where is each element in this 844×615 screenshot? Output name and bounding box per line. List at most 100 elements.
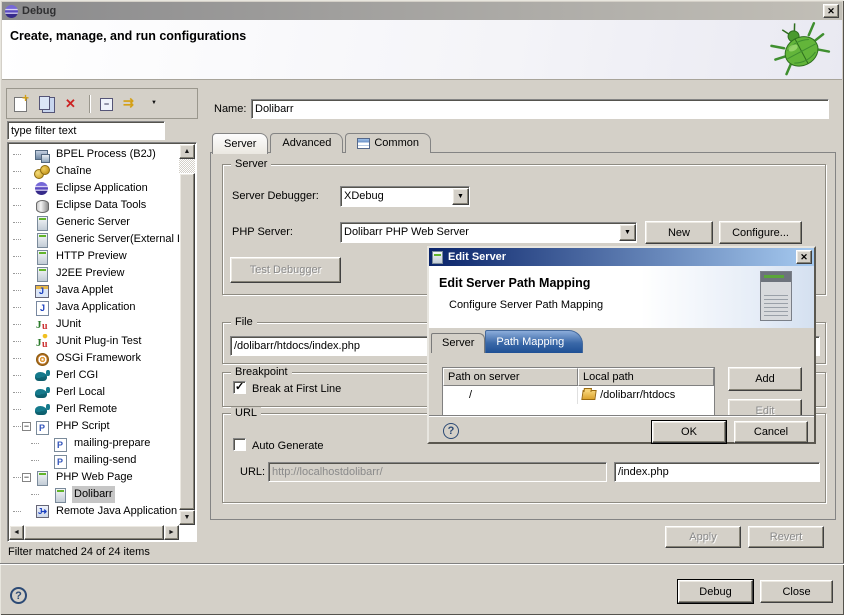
filter-input[interactable]: [7, 121, 165, 140]
server-icon: [34, 249, 50, 265]
new-config-icon[interactable]: [11, 93, 33, 115]
tree-item-label: Java Application: [54, 299, 138, 316]
dialog-tab-server[interactable]: Server: [431, 333, 485, 353]
tree-guide-line: [31, 443, 39, 444]
scroll-thumb[interactable]: [24, 525, 164, 540]
dialog-body: Path on server Local path //dolibarr/htd…: [429, 353, 814, 415]
tree-item-mailing-prepare[interactable]: mailing-prepare: [9, 435, 179, 452]
dialog-tabs: Server Path Mapping: [429, 328, 814, 353]
tree-item-eclipse-application[interactable]: Eclipse Application: [9, 180, 179, 197]
tree-item-remote-java-application[interactable]: Remote Java Application: [9, 503, 179, 520]
test-debugger-button[interactable]: Test Debugger: [230, 257, 341, 283]
database-icon: [34, 198, 50, 214]
cell-local-path: /dolibarr/htdocs: [578, 387, 714, 404]
filter-icon[interactable]: [121, 93, 143, 115]
cancel-button[interactable]: Cancel: [734, 421, 808, 443]
break-first-line-label: Break at First Line: [252, 383, 341, 395]
url-group-legend: URL: [231, 407, 261, 419]
tree-item-osgi-framework[interactable]: OSGi Framework: [9, 350, 179, 367]
tab-common[interactable]: Common: [345, 133, 431, 153]
tree-item-java-applet[interactable]: Java Applet: [9, 282, 179, 299]
new-server-button[interactable]: New: [645, 221, 713, 244]
url-path-input[interactable]: [614, 462, 820, 482]
scroll-thumb[interactable]: [179, 173, 195, 510]
column-local-path[interactable]: Local path: [578, 368, 714, 386]
add-button[interactable]: Add: [728, 367, 802, 391]
dropdown-arrow-icon[interactable]: [146, 93, 168, 115]
tree-item-junit[interactable]: JUnit: [9, 316, 179, 333]
collapse-expander-icon[interactable]: −: [22, 473, 31, 482]
column-path-on-server[interactable]: Path on server: [443, 368, 578, 386]
server-debugger-combo[interactable]: XDebug ▼: [340, 186, 470, 207]
tab-server[interactable]: Server: [212, 133, 268, 154]
scroll-track[interactable]: [179, 159, 195, 173]
dropdown-arrow-icon[interactable]: ▼: [452, 188, 469, 205]
tree-item-label: Dolibarr: [72, 486, 115, 503]
ok-button[interactable]: OK: [652, 421, 726, 443]
tree-item-perl-cgi[interactable]: Perl CGI: [9, 367, 179, 384]
window-titlebar[interactable]: Debug ✕: [2, 2, 842, 20]
php-server-combo[interactable]: Dolibarr PHP Web Server ▼: [340, 222, 637, 243]
table-icon: [357, 138, 370, 149]
tree-item-mailing-send[interactable]: mailing-send: [9, 452, 179, 469]
tree-guide-line: [31, 460, 39, 461]
dialog-titlebar[interactable]: Edit Server ✕: [429, 248, 814, 266]
scroll-down-icon[interactable]: ▼: [179, 510, 195, 525]
dialog-help-button[interactable]: ?: [443, 423, 459, 439]
collapse-all-icon[interactable]: [96, 93, 118, 115]
break-first-line-checkbox[interactable]: [233, 381, 246, 394]
tree-item-cha-ne[interactable]: Chaîne: [9, 163, 179, 180]
name-label: Name:: [214, 103, 246, 115]
tree-item-junit-plug-in-test[interactable]: JUnit Plug-in Test: [9, 333, 179, 350]
tree-horizontal-scrollbar[interactable]: ◄ ►: [9, 525, 179, 540]
tab-advanced[interactable]: Advanced: [270, 133, 343, 153]
dialog-close-icon[interactable]: ✕: [796, 250, 812, 264]
window-close-icon[interactable]: ✕: [823, 4, 839, 18]
tree-item-php-script[interactable]: −PHP Script: [9, 418, 179, 435]
bug-icon: [770, 22, 834, 76]
tree-item-generic-server-external-la[interactable]: Generic Server(External La: [9, 231, 179, 248]
edit-server-dialog: Edit Server ✕ Edit Server Path Mapping C…: [427, 246, 816, 444]
server-icon: [34, 232, 50, 248]
server-icon: [432, 251, 443, 264]
close-button[interactable]: Close: [760, 580, 833, 603]
table-row[interactable]: //dolibarr/htdocs: [443, 386, 714, 404]
help-button[interactable]: ?: [10, 587, 27, 604]
php-server-label: PHP Server:: [232, 226, 293, 238]
collapse-expander-icon[interactable]: −: [22, 422, 31, 431]
debug-button[interactable]: Debug: [678, 580, 753, 603]
config-tree-box: BPEL Process (B2J)ChaîneEclipse Applicat…: [7, 142, 197, 542]
name-input[interactable]: [251, 99, 829, 119]
tree-item-dolibarr[interactable]: Dolibarr: [9, 486, 179, 503]
revert-button[interactable]: Revert: [748, 526, 824, 548]
tree-item-label: Java Applet: [54, 282, 115, 299]
duplicate-icon[interactable]: [36, 93, 58, 115]
tree-item-bpel-process-b2j[interactable]: BPEL Process (B2J): [9, 146, 179, 163]
tree-guide-line: [13, 171, 21, 172]
tree-item-http-preview[interactable]: HTTP Preview: [9, 248, 179, 265]
tree-guide-line: [13, 273, 21, 274]
tab-advanced-label: Advanced: [282, 134, 331, 153]
eclipse-icon: [34, 181, 50, 197]
delete-icon[interactable]: [61, 93, 83, 115]
tree-item-perl-remote[interactable]: Perl Remote: [9, 401, 179, 418]
dialog-tab-path-mapping[interactable]: Path Mapping: [485, 330, 583, 353]
tree-item-eclipse-data-tools[interactable]: Eclipse Data Tools: [9, 197, 179, 214]
scroll-right-icon[interactable]: ►: [164, 525, 179, 540]
tree-item-perl-local[interactable]: Perl Local: [9, 384, 179, 401]
tree-vertical-scrollbar[interactable]: ▲ ▼: [179, 144, 195, 525]
tree-item-generic-server[interactable]: Generic Server: [9, 214, 179, 231]
tree-item-java-application[interactable]: Java Application: [9, 299, 179, 316]
scroll-left-icon[interactable]: ◄: [9, 525, 24, 540]
apply-button[interactable]: Apply: [665, 526, 741, 548]
remote-java-icon: [34, 504, 50, 520]
auto-generate-checkbox[interactable]: [233, 438, 246, 451]
dropdown-arrow-icon[interactable]: ▼: [619, 224, 636, 241]
scroll-up-icon[interactable]: ▲: [179, 144, 195, 159]
tree-guide-line: [13, 290, 21, 291]
tree-item-php-web-page[interactable]: −PHP Web Page: [9, 469, 179, 486]
tree-item-j2ee-preview[interactable]: J2EE Preview: [9, 265, 179, 282]
configure-button[interactable]: Configure...: [719, 221, 802, 244]
window-title: Debug: [22, 5, 56, 17]
edit-button[interactable]: Edit: [728, 399, 802, 415]
